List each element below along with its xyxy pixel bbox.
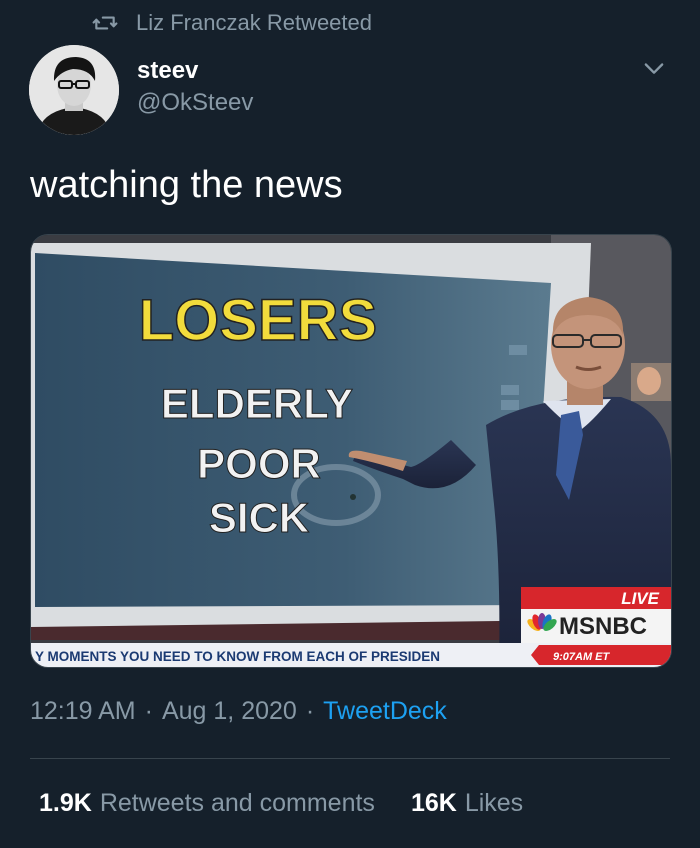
retweets-label: Retweets and comments bbox=[99, 789, 375, 817]
author[interactable]: steev @OkSteev bbox=[137, 56, 253, 120]
display-name[interactable]: steev bbox=[137, 56, 253, 86]
likes-count: 16K bbox=[410, 789, 457, 817]
likes-label: Likes bbox=[464, 789, 524, 817]
live-label: LIVE bbox=[621, 589, 659, 608]
tweet-source-link[interactable]: TweetDeck bbox=[323, 697, 447, 726]
avatar[interactable] bbox=[29, 45, 119, 135]
tweet-media[interactable]: LOSERS ELDERLY POOR SICK LIVE MSNBC Y MO… bbox=[30, 234, 672, 668]
likes-stat[interactable]: 16K Likes bbox=[411, 789, 523, 818]
board-word-losers: LOSERS bbox=[139, 288, 378, 353]
user-handle[interactable]: @OkSteev bbox=[137, 86, 253, 120]
tweet-text: watching the news bbox=[30, 164, 343, 206]
board-word-sick: SICK bbox=[209, 494, 309, 541]
divider bbox=[30, 758, 670, 759]
separator: · bbox=[144, 697, 153, 725]
retweet-context[interactable]: Liz Franczak Retweeted bbox=[92, 10, 372, 36]
board-word-poor: POOR bbox=[197, 440, 321, 487]
retweet-icon bbox=[92, 16, 118, 30]
ticker-time: 9:07AM ET bbox=[553, 651, 611, 663]
retweets-count: 1.9K bbox=[39, 789, 92, 817]
tweet-date[interactable]: Aug 1, 2020 bbox=[162, 697, 297, 726]
chevron-down-icon[interactable] bbox=[640, 54, 668, 82]
tweet-meta: 12:19 AM · Aug 1, 2020 · TweetDeck bbox=[30, 697, 447, 726]
tweet-time[interactable]: 12:19 AM bbox=[30, 697, 136, 726]
ticker-text: Y MOMENTS YOU NEED TO KNOW FROM EACH OF … bbox=[35, 649, 440, 664]
retweet-text: Liz Franczak Retweeted bbox=[136, 10, 372, 35]
network-logo: MSNBC bbox=[559, 613, 647, 640]
board-word-elderly: ELDERLY bbox=[161, 380, 353, 427]
separator: · bbox=[305, 697, 315, 725]
engagement-stats: 1.9K Retweets and comments 16K Likes bbox=[39, 789, 523, 818]
retweets-stat[interactable]: 1.9K Retweets and comments bbox=[39, 789, 375, 818]
